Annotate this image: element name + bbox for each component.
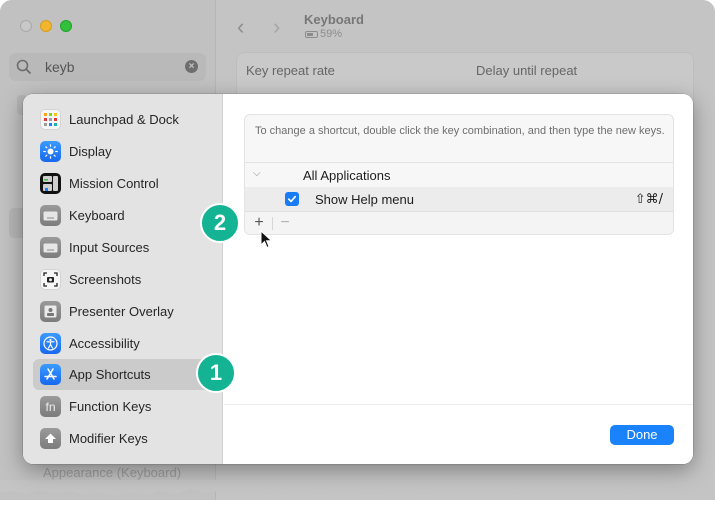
sidebar-item-label: Keyboard [69,208,125,223]
input-sources-icon [40,237,61,258]
sidebar-item-appearance-keyboard: Appearance (Keyboard) [43,465,182,480]
sidebar-item-screenshots[interactable]: Screenshots [33,264,223,295]
sidebar-item-app-shortcuts[interactable]: App Shortcuts [33,359,217,390]
sidebar-item-label: Display [69,144,112,159]
window-close-button[interactable] [20,20,32,32]
checkmark-icon [287,195,297,203]
accessibility-icon [40,333,61,354]
battery-status: 59% [305,28,342,40]
sidebar-item-label: Launchpad & Dock [69,112,179,127]
sidebar-item-display[interactable]: Display [33,136,223,167]
shortcut-row[interactable]: Show Help menu ⇧⌘/ [245,187,673,211]
pane-title: Keyboard [304,12,364,27]
magnifying-glass-icon [16,59,31,74]
sidebar-item-label: Function Keys [69,399,152,414]
dialog-sidebar: Launchpad & Dock Display Mission Control… [23,94,223,464]
launchpad-icon [40,109,61,130]
sidebar-item-presenter-overlay[interactable]: Presenter Overlay [33,296,223,327]
clear-search-icon[interactable]: × [185,60,198,73]
app-store-icon [40,364,61,385]
done-button[interactable]: Done [610,425,674,445]
dialog-main-content: To change a shortcut, double click the k… [224,94,693,464]
screenshot-icon [40,269,61,290]
sidebar-item-label: Screenshots [69,272,142,287]
window-minimize-button[interactable] [40,20,52,32]
sidebar-item-label: Modifier Keys [69,431,148,446]
sidebar-item-input-sources[interactable]: Input Sources [33,232,223,263]
forward-chevron-icon[interactable]: › [273,14,280,40]
sidebar-item-function-keys[interactable]: fn Function Keys [33,391,223,422]
group-row-all-applications[interactable]: ⌵ All Applications [245,163,673,187]
sidebar-item-keyboard[interactable]: Keyboard [33,200,223,231]
sidebar-item-accessibility[interactable]: Accessibility [33,328,223,359]
instructions-text: To change a shortcut, double click the k… [255,125,665,137]
battery-icon [305,30,318,38]
display-icon [40,141,61,162]
group-label: All Applications [303,168,391,183]
chevron-down-icon[interactable]: ⌵ [253,168,261,179]
sidebar-item-mission-control[interactable]: Mission Control [33,168,223,199]
app-shortcuts-dialog: Launchpad & Dock Display Mission Control… [23,94,693,464]
sidebar-item-launchpad-dock[interactable]: Launchpad & Dock [33,104,223,135]
search-field[interactable]: keyb × [9,53,206,81]
sidebar-item-label: Mission Control [69,176,159,191]
screenshot-stage: keyb × ‹ › Keyboard 59% Key repeat rate … [0,0,715,518]
annotation-badge-2: 2 [200,203,240,243]
modifier-arrow-icon [40,428,61,449]
search-query[interactable]: keyb [45,59,75,75]
annotation-badge-1: 1 [196,353,236,393]
fn-glyph: fn [45,399,56,414]
sidebar-item-label: Accessibility [69,336,140,351]
delay-repeat-label: Delay until repeat [476,63,578,78]
fn-icon: fn [40,396,61,417]
keyboard-icon [40,205,61,226]
sidebar-item-label: App Shortcuts [69,367,151,382]
shortcut-keys[interactable]: ⇧⌘/ [635,192,663,207]
presenter-overlay-icon [40,301,61,322]
shortcuts-toolbar: + − [245,212,673,234]
sidebar-item-label: Presenter Overlay [69,304,174,319]
footer-divider [224,404,693,405]
shortcuts-panel: To change a shortcut, double click the k… [244,114,674,235]
remove-shortcut-button[interactable]: − [275,213,295,233]
battery-percent: 59% [320,28,343,40]
torn-edge-decoration [0,480,715,497]
back-chevron-icon[interactable]: ‹ [237,14,244,40]
window-zoom-button[interactable] [60,20,72,32]
sidebar-item-label: Input Sources [69,240,150,255]
sidebar-item-modifier-keys[interactable]: Modifier Keys [33,423,223,454]
mouse-pointer-icon [260,230,273,249]
key-repeat-label: Key repeat rate [246,63,335,78]
shortcut-label: Show Help menu [315,192,414,207]
toolbar-divider [272,217,273,230]
mission-control-icon [40,173,61,194]
shortcut-enabled-checkbox[interactable] [285,192,299,206]
